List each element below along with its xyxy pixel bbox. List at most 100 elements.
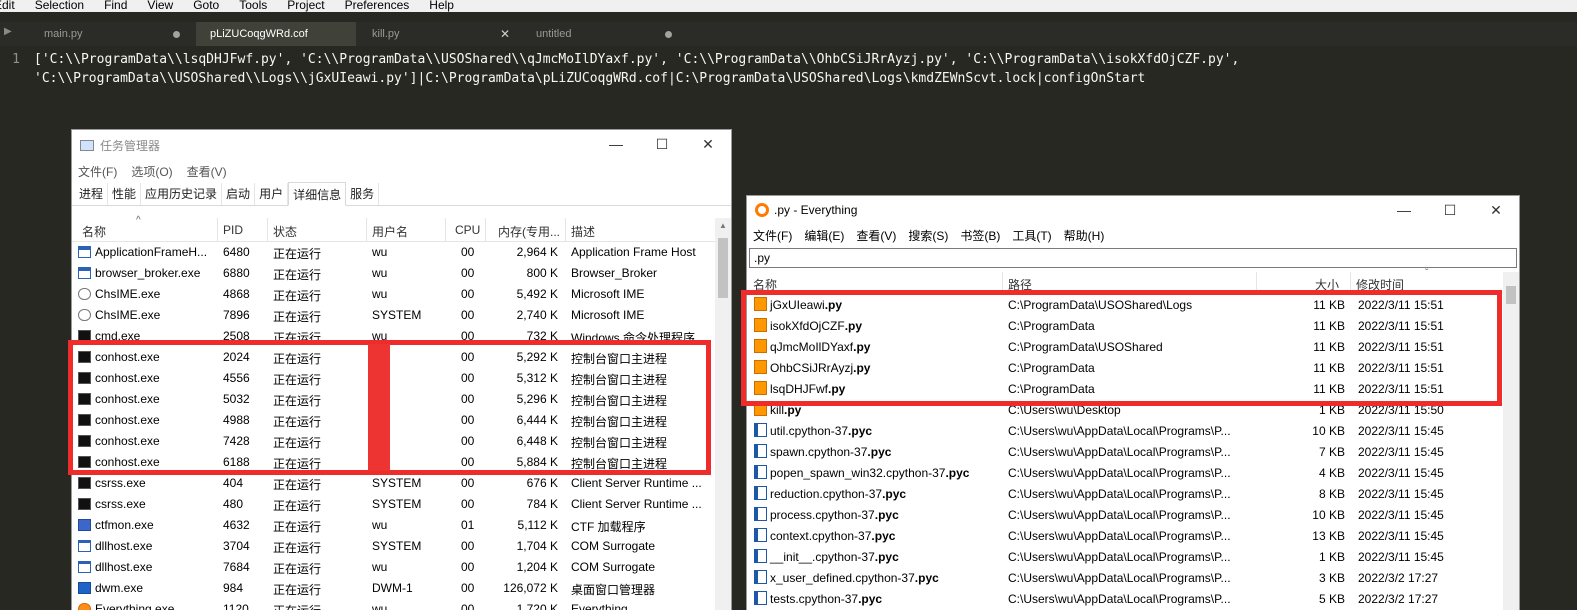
menu-item[interactable]: 搜索(S) (908, 227, 948, 244)
tab-scroll-left-icon[interactable]: ▶ (4, 26, 12, 37)
close-icon[interactable]: ✕ (1473, 196, 1519, 224)
menu-item-help[interactable]: Help (419, 0, 464, 11)
app-icon (78, 246, 91, 258)
everything-menubar: 文件(F) 编辑(E) 查看(V) 搜索(S) 书签(B) 工具(T) 帮助(H) (747, 224, 1519, 246)
menu-item-selection[interactable]: Selection (25, 0, 94, 11)
tab-untitled[interactable]: untitled (522, 22, 682, 46)
menu-item[interactable]: 选项(O) (131, 163, 172, 180)
list-item[interactable]: __init__.cpython-37.pyc C:\Users\wu\AppDa… (749, 546, 1505, 567)
table-row[interactable]: ChsIME.exe 7896 正在运行 SYSTEM 00 2,740 K Microso… (72, 305, 717, 326)
close-icon[interactable]: ✕ (685, 130, 731, 158)
menu-item[interactable]: 文件(F) (753, 227, 792, 244)
table-row[interactable]: ctfmon.exe 4632 正在运行 wu 01 5,112 K CTF 加载程序 (72, 515, 717, 536)
cell-status: 正在运行 (273, 541, 322, 555)
list-item[interactable]: popen_spawn_win32.cpython-37.pyc C:\Users… (749, 462, 1505, 483)
search-input[interactable]: .py (749, 248, 1517, 268)
menu-item[interactable]: 工具(T) (1012, 227, 1051, 244)
cell-user: SYSTEM (372, 308, 422, 322)
tab-5[interactable]: 详细信息 (288, 182, 347, 206)
tab-kill-py[interactable]: kill.py ✕ (358, 22, 518, 46)
maximize-icon[interactable]: ☐ (639, 130, 685, 158)
cell-name: ChsIME.exe (95, 287, 161, 301)
sort-up-icon: ^ (136, 215, 141, 226)
file-name: process.cpython-37.pyc (770, 508, 899, 522)
cell-user: wu (372, 602, 388, 610)
cell-cpu: 00 (461, 476, 475, 490)
cell-status: 正在运行 (273, 478, 322, 492)
cell-mem: 1,720 K (516, 602, 558, 610)
minimize-icon[interactable]: — (1381, 196, 1427, 224)
file-ext: .pyc (874, 550, 899, 564)
table-row[interactable]: dllhost.exe 7684 正在运行 wu 00 1,204 K COM Surrog… (72, 557, 717, 578)
list-item[interactable]: process.cpython-37.pyc C:\Users\wu\AppDat… (749, 504, 1505, 525)
col-name[interactable]: 名称 (82, 223, 106, 240)
table-row[interactable]: dwm.exe 984 正在运行 DWM-1 00 126,072 K 桌面窗口管理器 (72, 578, 717, 599)
table-row[interactable]: Everything.exe 1120 正在运行 wu 00 1,720 K Everyth… (72, 599, 717, 610)
tab-6[interactable]: 服务 (346, 183, 380, 205)
cell-name: ApplicationFrameH... (95, 245, 208, 259)
file-modified: 2022/3/11 15:45 (1358, 487, 1444, 501)
file-ext: .pyc (871, 529, 896, 543)
minimize-icon[interactable]: — (593, 130, 639, 158)
file-ext: .pyc (874, 508, 899, 522)
scroll-up-icon[interactable]: ▲ (719, 221, 727, 230)
table-row[interactable]: browser_broker.exe 6880 正在运行 wu 00 800 K Brows… (72, 263, 717, 284)
menu-item[interactable]: 文件(F) (78, 163, 117, 180)
pyc-file-icon (754, 591, 767, 605)
menu-item-project[interactable]: Project (277, 0, 334, 11)
tab-main-py[interactable]: main.py (30, 22, 190, 46)
tab-2[interactable]: 应用历史记录 (141, 183, 223, 205)
menu-item-preferences[interactable]: Preferences (335, 0, 420, 11)
table-row[interactable]: dllhost.exe 3704 正在运行 SYSTEM 00 1,704 K COM Su… (72, 536, 717, 557)
tab-4[interactable]: 用户 (255, 183, 289, 205)
list-item[interactable]: context.cpython-37.pyc C:\Users\wu\AppDat… (749, 525, 1505, 546)
menu-item[interactable]: 查看(V) (856, 227, 896, 244)
tab-1[interactable]: 性能 (108, 183, 142, 205)
list-item[interactable]: reduction.cpython-37.pyc C:\Users\wu\AppD… (749, 483, 1505, 504)
menu-item[interactable]: 查看(V) (187, 163, 227, 180)
table-row[interactable]: ChsIME.exe 4868 正在运行 wu 00 5,492 K Microsoft I… (72, 284, 717, 305)
col-cpu[interactable]: CPU (455, 223, 480, 237)
file-stem: popen_spawn_win32.cpython-37 (770, 466, 946, 480)
tab-0[interactable]: 进程 (75, 183, 109, 205)
menu-item-goto[interactable]: Goto (183, 0, 229, 11)
col-mem[interactable]: 内存(专用... (498, 223, 560, 240)
cell-mem: 126,072 K (503, 581, 558, 595)
everything-titlebar[interactable]: .py - Everything — ☐ ✕ (747, 196, 1519, 224)
cell-user: SYSTEM (372, 497, 422, 511)
cell-desc: Client Server Runtime ... (571, 497, 702, 511)
menu-item-tools[interactable]: Tools (229, 0, 277, 11)
menu-item[interactable]: 书签(B) (960, 227, 1000, 244)
menu-item[interactable]: 帮助(H) (1064, 227, 1105, 244)
tab-pLiZUCoqgWRd-cof[interactable]: pLiZUCoqgWRd.cof (196, 22, 356, 46)
list-item[interactable]: tests.cpython-37.pyc C:\Users\wu\AppData\… (749, 588, 1505, 609)
menu-item[interactable]: 编辑(E) (804, 227, 844, 244)
tab-3[interactable]: 启动 (222, 183, 256, 205)
close-tab-icon[interactable]: ✕ (500, 27, 510, 41)
col-user[interactable]: 用户名 (372, 223, 408, 240)
task-manager-scrollbar[interactable]: ▲ (715, 218, 731, 610)
code-text[interactable]: ['C:\\ProgramData\\lsqDHJFwf.py', 'C:\\P… (34, 50, 1239, 88)
cell-status: 正在运行 (273, 562, 322, 576)
col-desc[interactable]: 描述 (571, 223, 595, 240)
col-status[interactable]: 状态 (273, 223, 297, 240)
scrollbar-thumb[interactable] (1506, 286, 1516, 304)
table-row[interactable]: csrss.exe 404 正在运行 SYSTEM 00 676 K Client Serv… (72, 473, 717, 494)
file-size: 7 KB (1318, 445, 1345, 459)
menu-item-find[interactable]: Find (94, 0, 137, 11)
col-pid[interactable]: PID (223, 223, 243, 237)
cell-name: Everything.exe (95, 602, 175, 610)
menu-item-edit[interactable]: Edit (0, 0, 25, 11)
table-row[interactable]: ApplicationFrameH... 6480 正在运行 wu 00 2,964 K A… (72, 242, 717, 263)
everything-scrollbar[interactable] (1503, 272, 1519, 610)
table-row[interactable]: csrss.exe 480 正在运行 SYSTEM 00 784 K Client Serv… (72, 494, 717, 515)
list-item[interactable]: x_user_defined.cpython-37.pyc C:\Users\wu… (749, 567, 1505, 588)
maximize-icon[interactable]: ☐ (1427, 196, 1473, 224)
task-manager-titlebar[interactable]: 任务管理器 — ☐ ✕ (72, 130, 731, 160)
redacted-username-column (368, 344, 390, 471)
menu-item-view[interactable]: View (137, 0, 183, 11)
list-item[interactable]: spawn.cpython-37.pyc C:\Users\wu\AppData\… (749, 441, 1505, 462)
list-item[interactable]: util.cpython-37.pyc C:\Users\wu\AppData\L… (749, 420, 1505, 441)
scrollbar-thumb[interactable] (718, 238, 728, 298)
cell-pid: 7896 (223, 308, 250, 322)
